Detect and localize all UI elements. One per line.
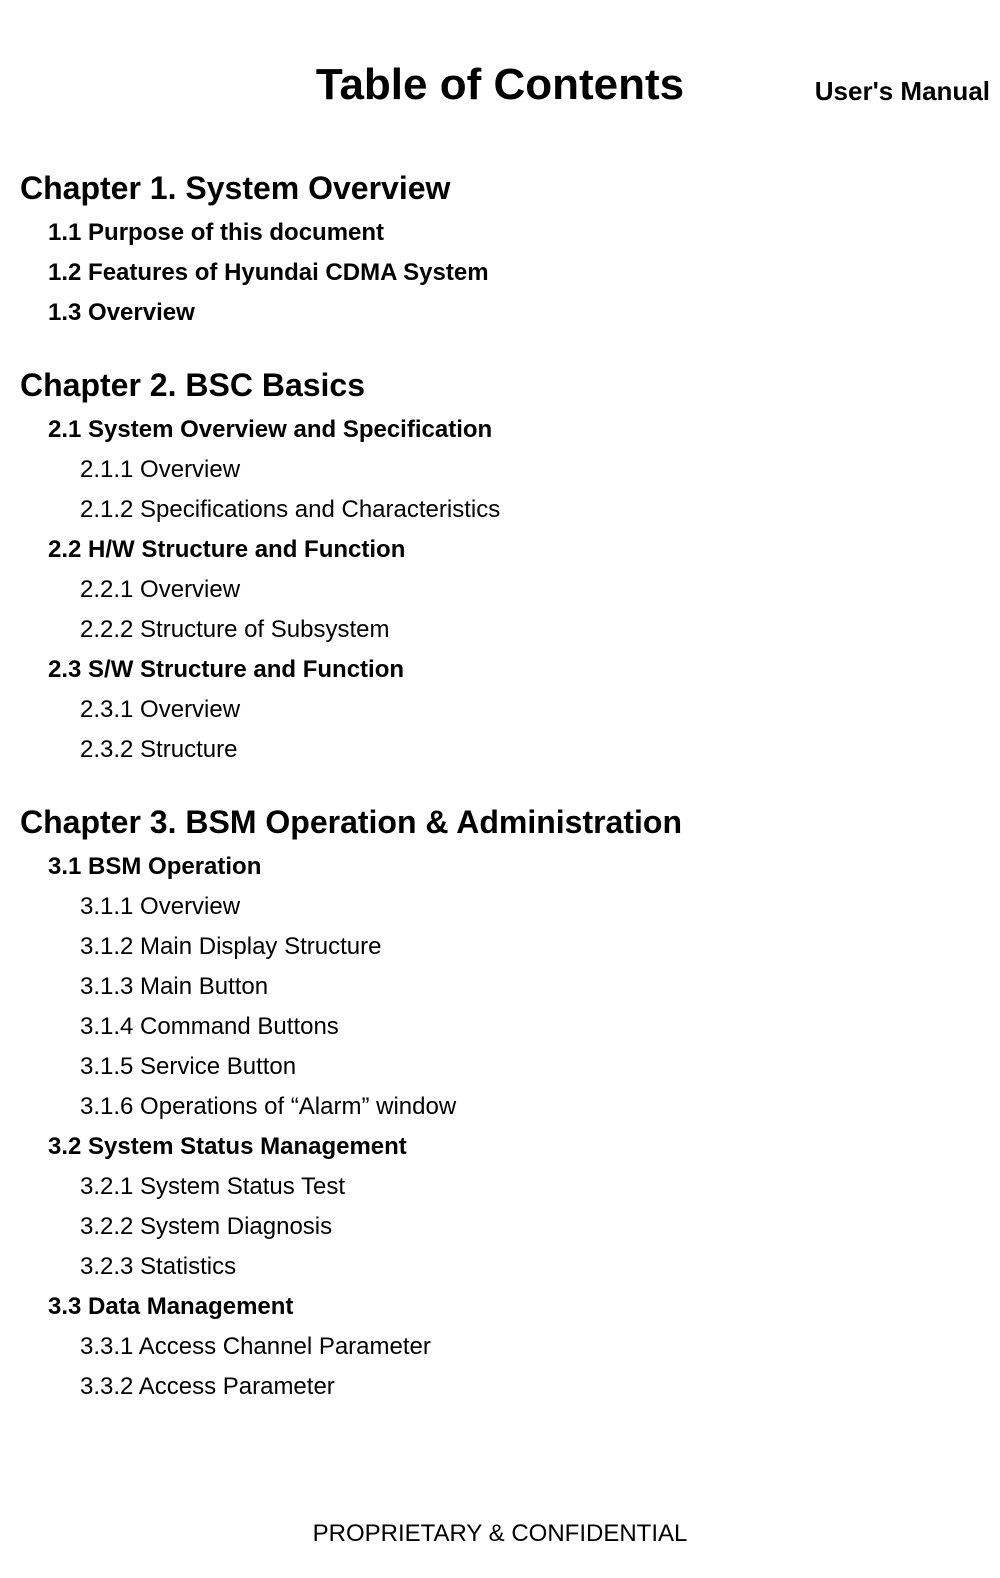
- toc-subsection: 3.3.1 Access Channel Parameter: [80, 1333, 980, 1361]
- toc-subsection: 3.2.2 System Diagnosis: [80, 1213, 980, 1241]
- toc-subsection: 3.2.3 Statistics: [80, 1253, 980, 1281]
- toc-content: Chapter 1. System Overview 1.1 Purpose o…: [0, 170, 1000, 1401]
- toc-subsection: 2.2.1 Overview: [80, 576, 980, 604]
- toc-subsection: 2.1.1 Overview: [80, 456, 980, 484]
- toc-section: 2.3 S/W Structure and Function: [48, 656, 980, 684]
- toc-section: 3.2 System Status Management: [48, 1133, 980, 1161]
- chapter-heading: Chapter 1. System Overview: [20, 170, 980, 207]
- toc-section: 1.1 Purpose of this document: [48, 219, 980, 247]
- toc-subsection: 3.1.5 Service Button: [80, 1053, 980, 1081]
- toc-subsection: 2.1.2 Specifications and Characteristics: [80, 496, 980, 524]
- page-footer: PROPRIETARY & CONFIDENTIAL: [0, 1520, 1000, 1548]
- toc-subsection: 2.3.1 Overview: [80, 696, 980, 724]
- toc-section: 1.3 Overview: [48, 299, 980, 327]
- toc-section: 3.1 BSM Operation: [48, 853, 980, 881]
- toc-subsection: 3.3.2 Access Parameter: [80, 1373, 980, 1401]
- toc-section: 2.2 H/W Structure and Function: [48, 536, 980, 564]
- toc-subsection: 3.1.2 Main Display Structure: [80, 933, 980, 961]
- toc-section: 1.2 Features of Hyundai CDMA System: [48, 259, 980, 287]
- toc-section: 3.3 Data Management: [48, 1293, 980, 1321]
- toc-subsection: 2.2.2 Structure of Subsystem: [80, 616, 980, 644]
- toc-subsection: 3.2.1 System Status Test: [80, 1173, 980, 1201]
- chapter-heading: Chapter 2. BSC Basics: [20, 367, 980, 404]
- toc-subsection: 3.1.1 Overview: [80, 893, 980, 921]
- toc-section: 2.1 System Overview and Specification: [48, 416, 980, 444]
- toc-subsection: 3.1.6 Operations of “Alarm” window: [80, 1093, 980, 1121]
- chapter-heading: Chapter 3. BSM Operation & Administratio…: [20, 804, 980, 841]
- toc-subsection: 3.1.3 Main Button: [80, 973, 980, 1001]
- toc-subsection: 3.1.4 Command Buttons: [80, 1013, 980, 1041]
- page-header: User's Manual: [815, 76, 990, 107]
- toc-subsection: 2.3.2 Structure: [80, 736, 980, 764]
